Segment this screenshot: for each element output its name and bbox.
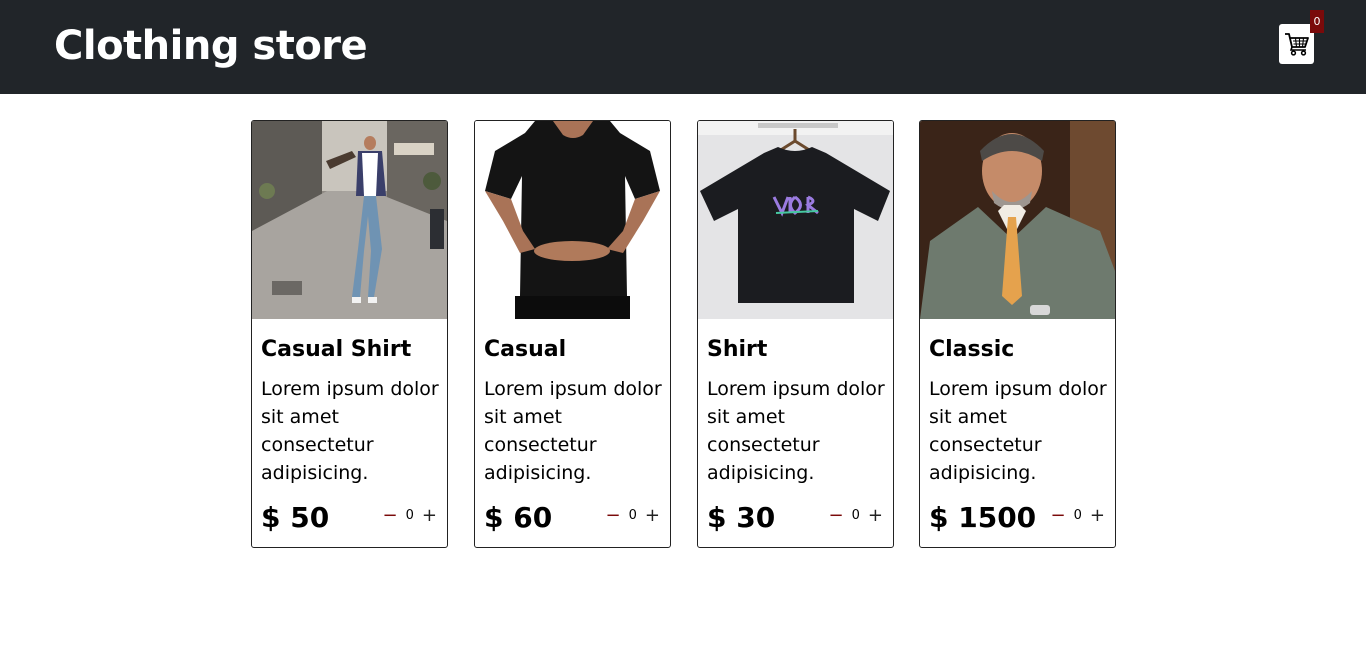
product-price: $ 30 — [707, 501, 776, 534]
shopping-cart-icon — [1284, 33, 1309, 56]
product-card: Classic Lorem ipsum dolor sit amet conse… — [919, 120, 1116, 548]
decrease-quantity-button[interactable]: − — [606, 506, 621, 526]
product-image-man-in-suit — [920, 121, 1115, 319]
cart-button[interactable] — [1279, 24, 1314, 64]
increase-quantity-button[interactable]: + — [1090, 506, 1105, 526]
quantity-stepper: − 0 + — [383, 506, 437, 526]
product-image-street-model — [252, 121, 447, 319]
increase-quantity-button[interactable]: + — [645, 506, 660, 526]
product-card: Shirt Lorem ipsum dolor sit amet consect… — [697, 120, 894, 548]
brand-title: Clothing store — [54, 23, 368, 69]
product-description: Lorem ipsum dolor sit amet consectetur a… — [484, 378, 662, 484]
quantity-stepper: − 0 + — [1051, 506, 1105, 526]
decrease-quantity-button[interactable]: − — [829, 506, 844, 526]
quantity-stepper: − 0 + — [829, 506, 883, 526]
product-title: Casual — [484, 337, 567, 362]
product-title: Shirt — [707, 337, 768, 362]
increase-quantity-button[interactable]: + — [868, 506, 883, 526]
product-grid: Casual Shirt Lorem ipsum dolor sit amet … — [0, 120, 1366, 548]
decrease-quantity-button[interactable]: − — [383, 506, 398, 526]
quantity-value: 0 — [628, 508, 637, 523]
cart-count-badge: 0 — [1310, 10, 1324, 33]
product-description: Lorem ipsum dolor sit amet consectetur a… — [261, 378, 439, 484]
decrease-quantity-button[interactable]: − — [1051, 506, 1066, 526]
product-image-hanging-tshirt — [698, 121, 893, 319]
quantity-stepper: − 0 + — [606, 506, 660, 526]
product-description: Lorem ipsum dolor sit amet consectetur a… — [929, 378, 1107, 484]
navbar: Clothing store 0 — [0, 0, 1366, 94]
product-price: $ 60 — [484, 501, 553, 534]
product-title: Classic — [929, 337, 1015, 362]
product-image-black-tshirt-model — [475, 121, 670, 319]
product-description: Lorem ipsum dolor sit amet consectetur a… — [707, 378, 885, 484]
product-card: Casual Shirt Lorem ipsum dolor sit amet … — [251, 120, 448, 548]
product-card: Casual Lorem ipsum dolor sit amet consec… — [474, 120, 671, 548]
quantity-value: 0 — [1073, 508, 1082, 523]
product-price: $ 1500 — [929, 501, 1037, 534]
product-price: $ 50 — [261, 501, 330, 534]
product-title: Casual Shirt — [261, 337, 412, 362]
increase-quantity-button[interactable]: + — [422, 506, 437, 526]
quantity-value: 0 — [405, 508, 414, 523]
quantity-value: 0 — [851, 508, 860, 523]
